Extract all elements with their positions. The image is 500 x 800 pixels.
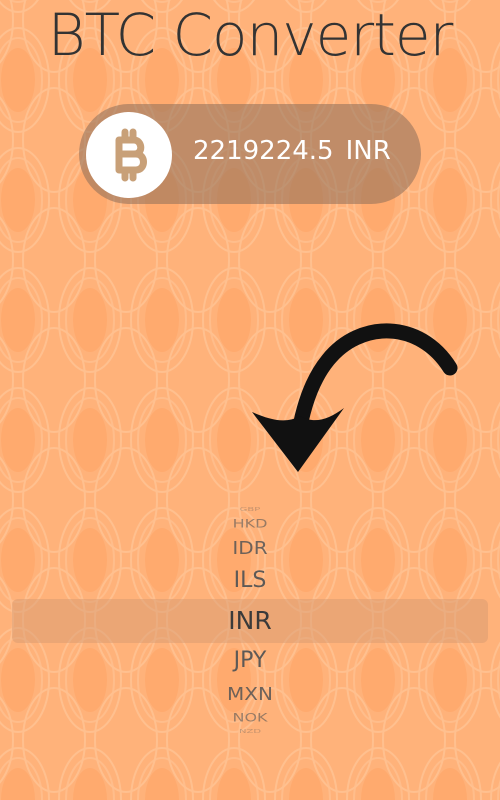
converted-amount: 2219224.5: [193, 136, 334, 166]
curved-arrow-down-left-icon: [252, 323, 458, 472]
picker-item[interactable]: IDR: [0, 537, 500, 558]
picker-item-selected[interactable]: INR: [0, 606, 500, 636]
picker-item[interactable]: NOK: [0, 711, 500, 725]
converted-value: 2219224.5 INR: [193, 136, 391, 166]
picker-item[interactable]: HKD: [0, 517, 500, 531]
app-title: BTC Converter: [47, 1, 454, 69]
converted-currency: INR: [345, 136, 391, 166]
picker-item[interactable]: NZD: [0, 729, 500, 735]
picker-item[interactable]: GBP: [0, 507, 500, 513]
bitcoin-icon: [86, 112, 172, 198]
picker-item[interactable]: JPY: [0, 648, 500, 674]
picker-item[interactable]: MXN: [0, 683, 500, 704]
currency-picker[interactable]: GBP HKD IDR ILS INR JPY MXN NOK NZD: [0, 505, 500, 745]
picker-item[interactable]: ILS: [0, 568, 500, 594]
